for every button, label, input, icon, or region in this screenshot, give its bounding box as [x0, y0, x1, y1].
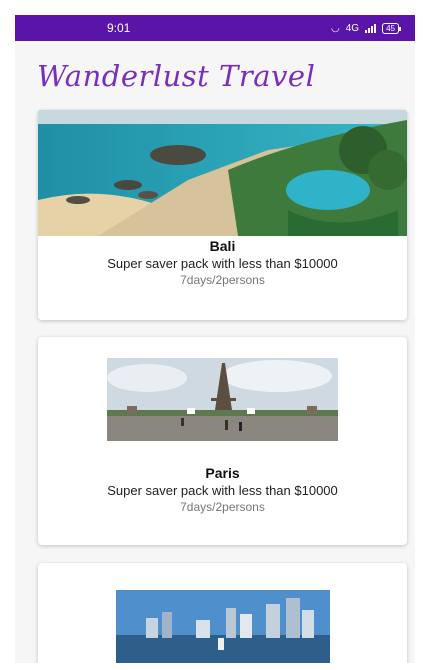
- destination-description: Super saver pack with less than $10000: [107, 256, 338, 271]
- status-icons: ◡ 4G 45: [331, 22, 401, 34]
- battery-icon: 45: [382, 22, 401, 34]
- signal-icon: [365, 23, 377, 33]
- destination-duration: 7days/2persons: [180, 273, 265, 287]
- destination-card-bali[interactable]: Bali Super saver pack with less than $10…: [38, 110, 407, 320]
- bali-beach-resort-photo: [38, 110, 407, 236]
- phone-screen: 9:01 ◡ 4G 45 Wanderlust Travel Bali Supe…: [15, 15, 415, 663]
- destination-duration: 7days/2persons: [180, 500, 265, 514]
- app-title: Wanderlust Travel: [37, 59, 316, 93]
- singapore-skyline-photo: [116, 590, 330, 663]
- wifi-icon: ◡: [331, 22, 340, 34]
- destination-card-singapore[interactable]: [38, 563, 407, 663]
- status-time: 9:01: [107, 21, 131, 35]
- destination-name: Paris: [205, 465, 240, 481]
- destination-card-paris[interactable]: Paris Super saver pack with less than $1…: [38, 337, 407, 545]
- destination-name: Bali: [209, 238, 236, 254]
- network-type: 4G: [345, 22, 360, 34]
- eiffel-tower-photo: [107, 358, 338, 441]
- status-bar: 9:01 ◡ 4G 45: [15, 15, 415, 41]
- destination-description: Super saver pack with less than $10000: [107, 483, 338, 498]
